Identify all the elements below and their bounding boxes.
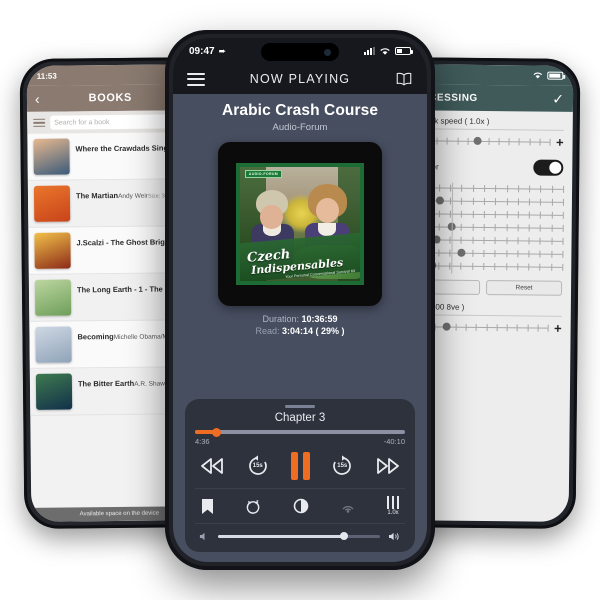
airplay-button[interactable] <box>340 498 356 514</box>
sleep-timer-button[interactable]: z <box>245 498 262 515</box>
previous-chapter-button[interactable] <box>199 457 225 475</box>
slider-knob[interactable] <box>442 322 452 331</box>
elapsed-time: 4:36 <box>195 437 210 446</box>
equalizer-toggle[interactable] <box>533 159 564 176</box>
battery-icon <box>395 47 413 55</box>
theme-toggle-button[interactable] <box>293 498 309 514</box>
progress-slider[interactable] <box>195 427 405 437</box>
duration-value: 10:36:59 <box>301 314 338 324</box>
duration-label: Duration: <box>262 314 299 324</box>
next-chapter-button[interactable] <box>375 457 401 475</box>
equalizer-sliders-icon <box>387 496 399 509</box>
dynamic-island <box>261 43 339 61</box>
volume-row[interactable] <box>195 524 405 544</box>
book-cover-image <box>34 232 71 269</box>
speed-button[interactable]: 1.0x <box>387 496 399 516</box>
status-time: 09:47 <box>189 45 215 57</box>
book-item-author: Andy Weir <box>118 192 148 200</box>
bookmark-button[interactable] <box>201 498 214 515</box>
wifi-icon <box>380 47 390 55</box>
checkmark-icon[interactable]: ✓ <box>552 90 564 107</box>
center-phone-now-playing: 09:47 ➨ NOW PLAYING Arabic Crash Course … <box>165 30 435 570</box>
left-status-time: 11:53 <box>36 71 57 81</box>
player-panel: Chapter 3 4:36 -40:10 15s 15s z 1.0x <box>185 399 415 552</box>
book-item-title: Becoming <box>77 332 114 342</box>
book-cover-image <box>35 373 73 410</box>
book-item-title: The Bitter Earth <box>77 378 135 389</box>
volume-high-icon <box>389 532 399 541</box>
book-author: Audio-Forum <box>272 122 328 133</box>
eq-reset-button[interactable]: Reset <box>485 280 563 296</box>
tool-controls[interactable]: z 1.0x <box>195 489 405 524</box>
volume-low-icon <box>199 532 205 541</box>
rewind-15-button[interactable]: 15s <box>246 454 270 478</box>
book-item-title: The Martian <box>75 190 119 201</box>
cellular-signal-icon <box>364 47 375 55</box>
location-arrow-icon: ➨ <box>218 45 227 56</box>
read-row: Read: 3:04:14 ( 29% ) <box>173 326 427 336</box>
chapter-label: Chapter 3 <box>274 412 326 424</box>
album-artwork: AUDIO-FORUM Czech Indispensables Your Pe… <box>236 163 364 285</box>
forward-15-button[interactable]: 15s <box>330 454 354 478</box>
book-item-title: Where the Crawdads Sing <box>75 143 169 154</box>
slider-knob[interactable] <box>473 136 482 145</box>
slider-knob[interactable] <box>457 248 466 257</box>
drag-handle[interactable] <box>285 405 315 408</box>
book-cover-image <box>33 185 71 222</box>
center-phone-screen: 09:47 ➨ NOW PLAYING Arabic Crash Course … <box>173 38 427 562</box>
book-cover-image <box>35 326 72 363</box>
book-item-author: A.R. Shaw <box>134 380 165 388</box>
book-cover-image <box>34 279 72 316</box>
now-playing-title: NOW PLAYING <box>249 72 351 86</box>
progress-times: 4:36 -40:10 <box>195 437 405 446</box>
slider-knob[interactable] <box>435 196 444 205</box>
speed-plus-button[interactable]: + <box>556 135 564 150</box>
publisher-badge: AUDIO-FORUM <box>244 170 283 179</box>
volume-slider[interactable] <box>218 532 380 540</box>
speed-label: 1.0x <box>387 510 399 516</box>
center-status-bar: 09:47 ➨ <box>173 38 427 64</box>
pitch-plus-button[interactable]: + <box>554 321 562 336</box>
play-pause-button[interactable] <box>290 452 310 480</box>
hamburger-menu-icon[interactable] <box>187 72 205 86</box>
read-label: Read: <box>255 326 280 336</box>
album-artwork-container[interactable]: AUDIO-FORUM Czech Indispensables Your Pe… <box>218 142 382 306</box>
read-value: 3:04:14 ( 29% ) <box>282 326 345 336</box>
svg-text:z: z <box>256 499 259 505</box>
screenshot-root: 11:53 ‹ BOOKS Search for a book Where th… <box>0 0 600 600</box>
book-title: Arabic Crash Course <box>221 102 379 119</box>
open-book-icon[interactable] <box>395 72 413 86</box>
transport-controls[interactable]: 15s 15s <box>195 446 405 489</box>
center-nav-bar: NOW PLAYING <box>173 64 427 94</box>
remaining-time: -40:10 <box>383 437 405 446</box>
duration-row: Duration: 10:36:59 <box>173 314 427 324</box>
hamburger-menu-icon[interactable] <box>33 118 46 128</box>
book-cover-image <box>33 138 70 175</box>
wifi-icon <box>533 72 543 79</box>
battery-icon <box>547 71 564 80</box>
